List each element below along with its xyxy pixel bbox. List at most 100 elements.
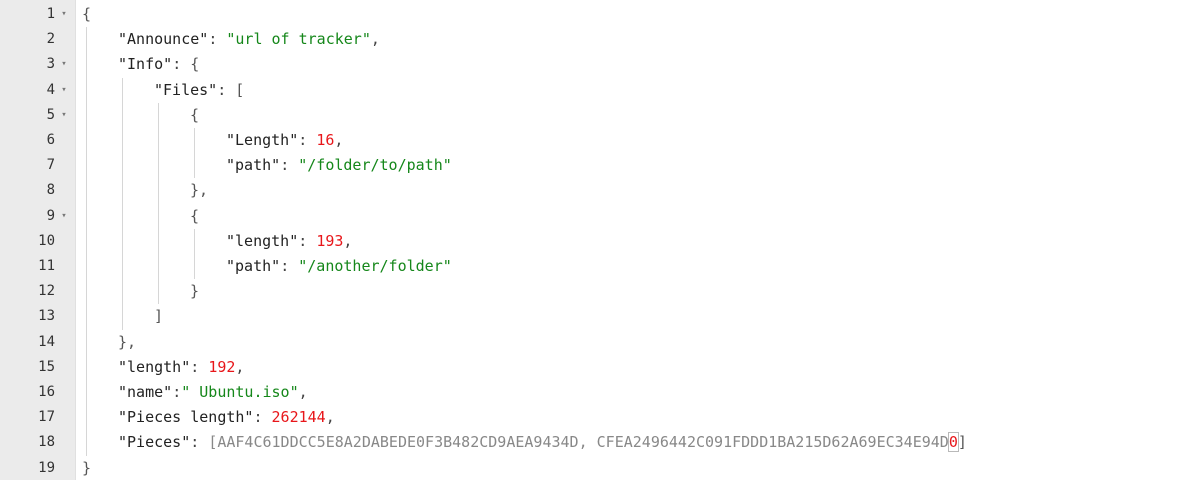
line-number: 11 [38, 258, 55, 274]
json-string-value: "/another/folder" [298, 257, 452, 275]
code-text: "name":" Ubuntu.iso", [118, 380, 308, 404]
code-text: "Pieces length": 262144, [118, 405, 335, 429]
code-line[interactable]: 18 "Pieces": [AAF4C61DDCC5E8A2DABEDE0F3B4… [0, 430, 1198, 454]
code-line[interactable]: 13] [0, 304, 1198, 328]
line-number: 9 [46, 207, 55, 224]
fold-toggle-icon[interactable]: ▾ [58, 78, 70, 102]
fold-toggle-icon[interactable]: ▾ [58, 52, 70, 76]
json-string-value: "url of tracker" [226, 30, 371, 49]
json-number-value: 192 [208, 357, 236, 376]
line-number: 7 [46, 157, 55, 174]
code-line[interactable]: 6 "Length": 16, [0, 128, 1198, 152]
json-key: "Pieces" [118, 433, 191, 452]
json-key: "Announce" [118, 30, 209, 49]
line-number: 16 [38, 384, 55, 400]
json-key: "Pieces length" [118, 408, 254, 427]
json-key: "path" [226, 257, 281, 275]
json-key: "Files" [154, 80, 218, 99]
json-code-editor[interactable]: 1 ▾{2 "Announce": "url of tracker", 3 ▾ "Info… [0, 0, 1198, 480]
json-bracket: { [190, 55, 200, 74]
line-number: 3 [46, 56, 55, 73]
json-punctuation: : [280, 257, 299, 275]
code-line[interactable]: 10 "length": 193, [0, 229, 1198, 253]
fold-toggle-icon[interactable]: ▾ [58, 2, 70, 26]
json-punctuation: : [172, 383, 182, 401]
json-key: "Length" [226, 131, 299, 149]
json-bracket: }, [118, 332, 137, 351]
code-line[interactable]: 3 ▾ "Info": { [0, 52, 1198, 76]
json-punctuation: : [208, 30, 227, 49]
line-number: 1 [46, 6, 55, 22]
code-line[interactable]: 12} [0, 279, 1198, 303]
code-line[interactable]: 19} [0, 456, 1198, 480]
json-bracket: ] [154, 307, 164, 326]
json-punctuation: , [298, 383, 308, 401]
line-number: 14 [38, 333, 55, 350]
json-punctuation: : [190, 433, 209, 452]
code-line[interactable]: 9 ▾ { [0, 204, 1198, 228]
code-line[interactable]: 11 "path": "/another/folder" [0, 254, 1198, 278]
code-text: } [190, 279, 199, 303]
code-text: }, [190, 178, 208, 202]
json-key: "length" [226, 231, 299, 250]
fold-toggle-icon[interactable]: ▾ [58, 103, 70, 127]
line-number: 19 [38, 459, 55, 476]
json-string-value: "/folder/to/path" [298, 156, 452, 175]
code-line[interactable]: 4 ▾ "Files": [ [0, 78, 1198, 102]
code-text: "Info": { [118, 52, 199, 76]
matched-bracket-highlight: 0 [947, 432, 959, 453]
json-punctuation: , [343, 231, 353, 250]
json-number-value: 193 [316, 231, 344, 250]
code-text: "path": "/another/folder" [226, 254, 452, 278]
code-line[interactable]: 5 ▾ { [0, 103, 1198, 127]
code-line[interactable]: 1 ▾ { [0, 2, 1198, 26]
json-bracket: [ [235, 80, 245, 99]
json-key: "Info" [118, 55, 173, 74]
code-text: }, [118, 330, 136, 354]
code-text: { [190, 103, 199, 127]
code-line[interactable]: 17 "Pieces length": 262144, [0, 405, 1198, 429]
code-line[interactable]: 16 "name":" Ubuntu.iso", [0, 380, 1198, 404]
code-line[interactable]: 14}, [0, 330, 1198, 354]
json-key: "path" [226, 156, 281, 175]
code-line[interactable]: 7 "path": "/folder/to/path" [0, 153, 1198, 177]
code-text: { [190, 204, 199, 228]
line-number: 17 [38, 409, 55, 426]
json-punctuation: : [280, 156, 299, 175]
json-punctuation: : [217, 80, 236, 99]
fold-toggle-icon[interactable]: ▾ [58, 204, 70, 228]
line-number: 18 [38, 434, 55, 451]
json-punctuation: , [235, 357, 245, 376]
json-bracket: ] [957, 433, 967, 452]
json-key: "name" [118, 383, 173, 401]
json-bracket: } [82, 458, 92, 477]
code-line[interactable]: 8}, [0, 178, 1198, 202]
line-number: 6 [46, 132, 55, 148]
json-string-value: " Ubuntu.iso" [181, 383, 299, 401]
json-punctuation: : [253, 408, 272, 427]
line-number: 8 [46, 182, 55, 199]
code-text: "path": "/folder/to/path" [226, 153, 452, 177]
json-punctuation: , [334, 131, 344, 149]
code-line[interactable]: 2 "Announce": "url of tracker", [0, 27, 1198, 51]
json-punctuation: , [325, 408, 335, 427]
json-punctuation: : [190, 357, 209, 376]
json-number-value: 262144 [271, 408, 326, 427]
code-text: "Announce": "url of tracker", [118, 27, 380, 51]
json-punctuation: : [298, 131, 317, 149]
json-number-value: 16 [316, 131, 335, 149]
line-number: 12 [38, 283, 55, 300]
code-text: "Pieces": [AAF4C61DDCC5E8A2DABEDE0F3B482… [118, 430, 967, 454]
code-text: "Length": 16, [226, 128, 343, 152]
json-punctuation: : [298, 231, 317, 250]
code-text: } [82, 456, 91, 480]
line-number: 10 [38, 232, 55, 249]
json-bracket: }, [190, 181, 209, 200]
json-punctuation: , [370, 30, 380, 49]
json-bracket: { [82, 5, 92, 23]
line-number: 15 [38, 358, 55, 375]
json-bracket: { [190, 206, 200, 225]
code-line[interactable]: 15 "length": 192, [0, 355, 1198, 379]
line-number: 2 [46, 31, 55, 48]
code-text: { [82, 2, 91, 26]
